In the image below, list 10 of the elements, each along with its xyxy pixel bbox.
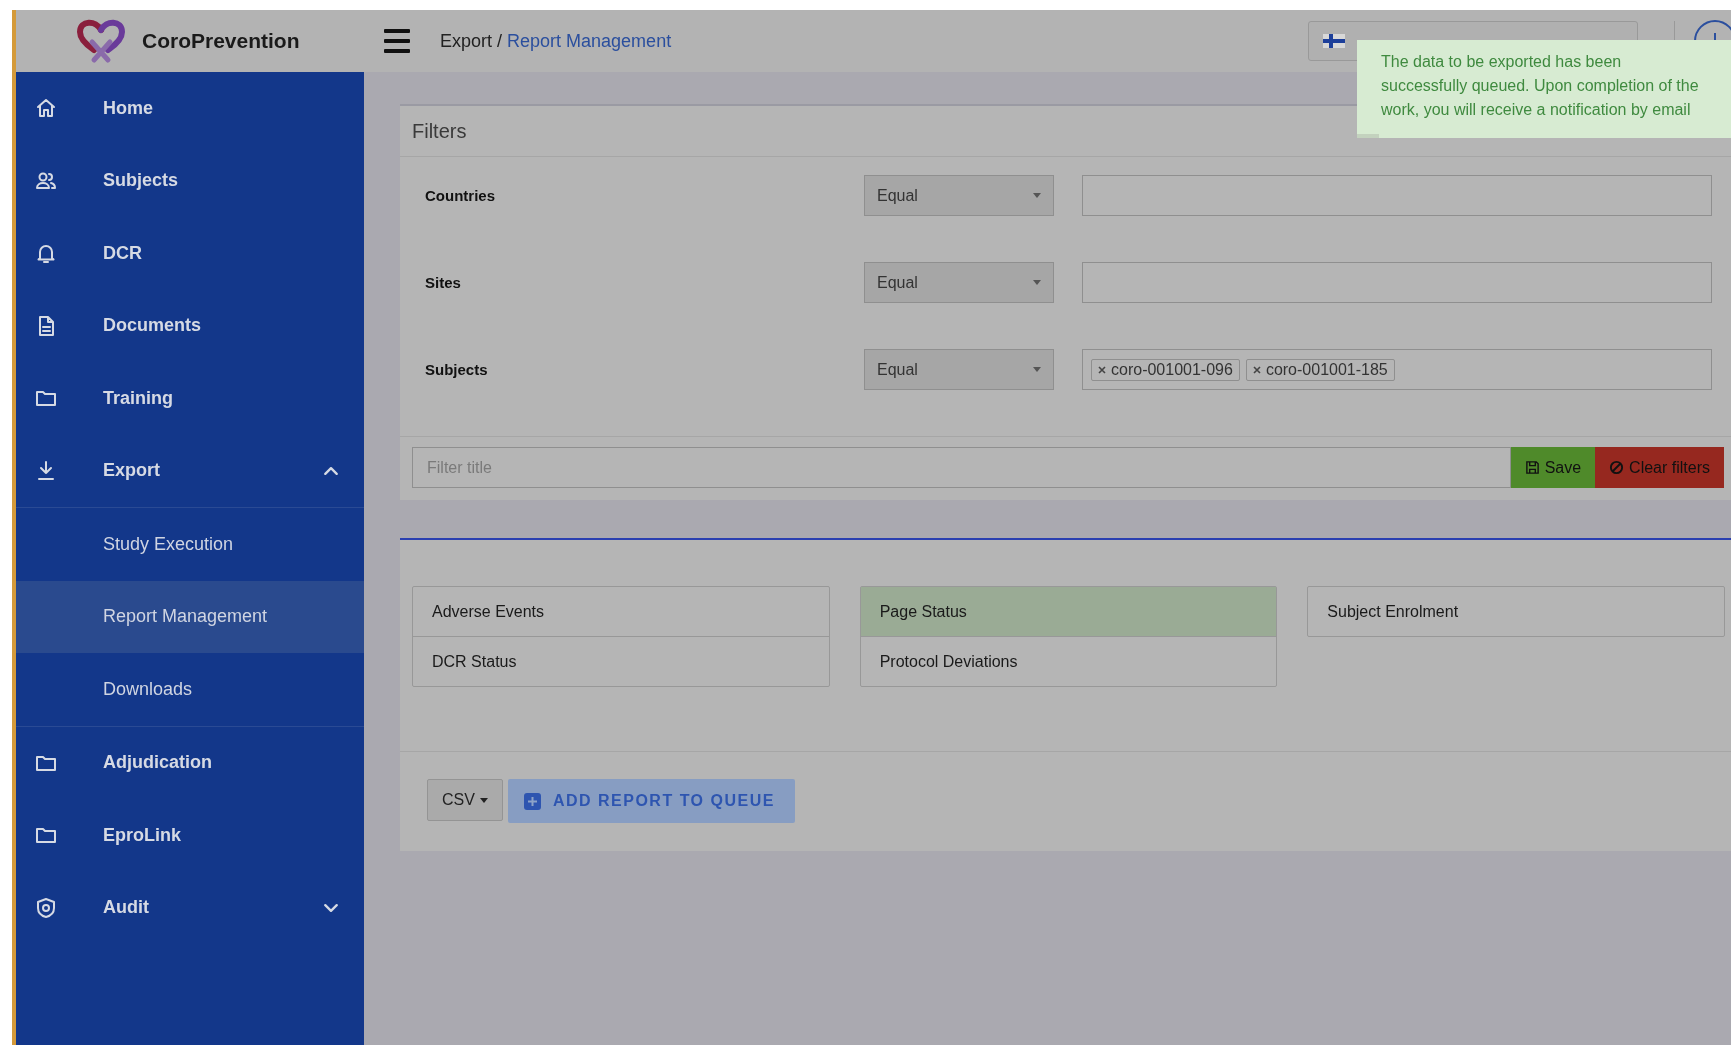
breadcrumb-separator: / (497, 30, 503, 52)
filter-label: Countries (425, 186, 496, 206)
value-tag: coro-001001-185 (1245, 358, 1395, 381)
toast-message: The data to be exported has been successfully queued. Upon completion of the work, you will receive a notification by email (1381, 53, 1699, 118)
panel-title: Filters (412, 119, 467, 143)
value-tag: coro-001001-096 (1091, 358, 1240, 381)
breadcrumb-item: Export (440, 30, 493, 52)
filter-label: Subjects (425, 360, 489, 380)
brand-name: CoroPrevention (142, 29, 300, 53)
filter-label: Sites (425, 273, 462, 293)
